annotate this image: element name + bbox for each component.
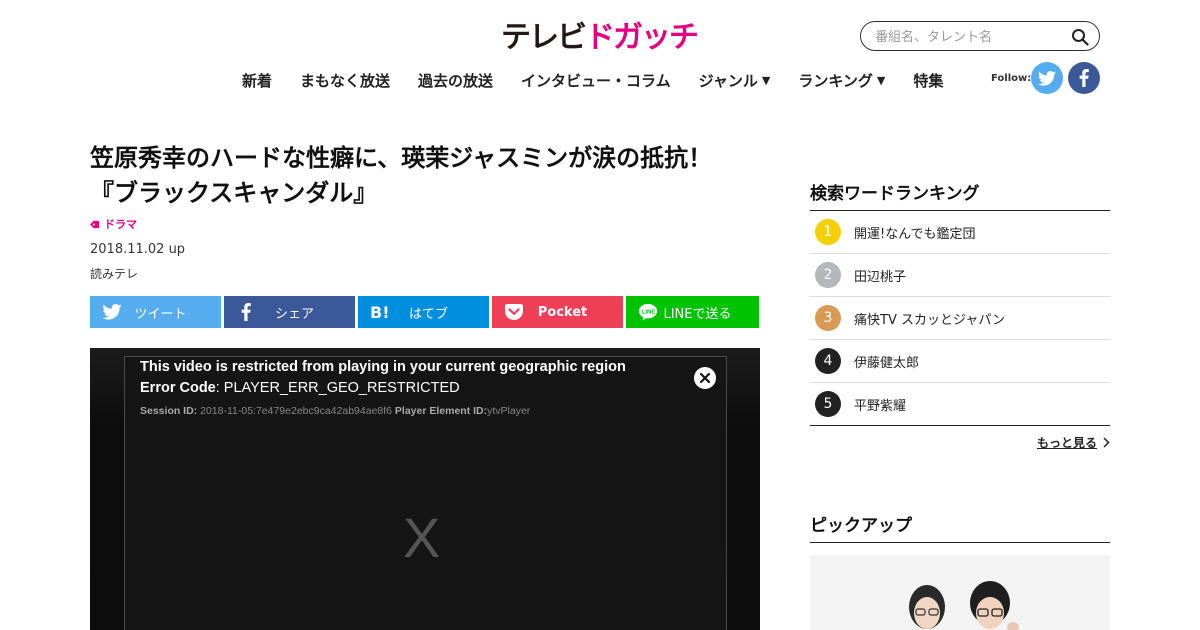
category-link[interactable]: ドラマ [90,216,137,232]
player-element-value: ytvPlayer [487,405,531,417]
rank-badge: 5 [815,391,841,417]
share-bar: ツイート シェア B! はてブ Pocket LINE LINEで送る [90,296,759,328]
nav-item-0[interactable]: 新着 [242,70,272,90]
ranking-label: 田辺桃子 [854,269,907,285]
video-player[interactable]: This video is restricted from playing in… [90,348,760,630]
twitter-follow-button[interactable] [1031,62,1063,94]
ranking-item[interactable]: 2 田辺桃子 [810,254,1110,297]
nav-item-5[interactable]: ランキング ▼ [798,70,885,90]
article-title: 笠原秀幸のハードな性癖に、瑛茉ジャスミンが涙の抵抗！『ブラックスキャンダル』 [90,144,713,207]
ranking-label: 平野紫耀 [854,398,907,414]
hatena-bookmark-button[interactable]: B! はてブ [358,296,489,328]
ranking-label: 伊藤健太郎 [854,355,920,371]
ranking-item[interactable]: 5 平野紫耀 [810,383,1110,426]
session-info: Session ID: 2018-11-05:7e479e2ebc9ca42ab… [140,405,530,417]
facebook-share-button[interactable]: シェア [224,296,355,328]
twitter-icon [102,303,122,321]
close-icon [700,373,710,383]
svg-text:LINE: LINE [642,309,655,315]
more-ranking-link[interactable]: もっと見る [1037,434,1110,451]
error-code-label: Error Code [140,380,216,396]
search-box [860,21,1100,51]
nav-item-4[interactable]: ジャンル ▼ [699,70,771,90]
line-icon: LINE [638,303,658,321]
nav-item-label: 特集 [913,71,944,90]
ranking-item[interactable]: 1 開運!なんでも鑑定団 [810,211,1110,254]
category-label: ドラマ [104,218,137,231]
error-code-line: Error Code: PLAYER_ERR_GEO_RESTRICTED [140,380,460,396]
caret-down-icon: ▼ [761,73,771,87]
site-logo[interactable]: テレビ ドガッチ [501,20,699,55]
session-id-label: Session ID: [140,405,198,417]
pocket-icon [504,303,524,321]
facebook-follow-button[interactable] [1068,62,1100,94]
ranking-item[interactable]: 3 痛快TV スカッとジャパン [810,297,1110,340]
more-label: もっと見る [1037,436,1098,450]
nav-item-1[interactable]: まもなく放送 [300,70,390,90]
error-message: This video is restricted from playing in… [140,359,626,375]
twitter-icon [1038,70,1056,86]
ranking-heading: 検索ワードランキング [810,184,980,204]
logo-text-part2: ドガッチ [585,20,699,55]
ranking-list: 1 開運!なんでも鑑定団 2 田辺桃子 3 痛快TV スカッとジャパン 4 伊藤健太郎 5 平野紫… [810,211,1110,426]
facebook-icon [236,303,256,321]
follow-label: Follow: [991,73,1032,84]
rank-badge: 3 [815,305,841,331]
ranking-label: 開運!なんでも鑑定団 [854,226,976,242]
nav-item-6[interactable]: 特集 [913,70,943,90]
station-name: 読みテレ [90,267,139,281]
video-error-dialog: This video is restricted from playing in… [124,356,727,630]
search-icon[interactable] [1071,28,1089,46]
nav-item-label: 過去の放送 [418,71,494,90]
main-nav: 新着 まもなく放送 過去の放送 インタビュー・コラム ジャンル ▼ ランキング ▼ 特集 [242,70,971,90]
rank-badge: 4 [815,348,841,374]
pickup-thumbnail[interactable] [810,555,1110,630]
publish-date: 2018.11.02 up [90,242,186,257]
svg-text:B!: B! [370,304,390,320]
pocket-button[interactable]: Pocket [492,296,623,328]
pickup-heading: ピックアップ [810,516,912,536]
chevron-right-icon [1103,437,1110,448]
logo-text-part1: テレビ [501,20,587,55]
rank-badge: 2 [815,262,841,288]
pickup-image [810,555,1110,630]
nav-item-label: まもなく放送 [300,71,391,90]
close-error-button[interactable] [694,367,716,389]
pickup-heading-divider [810,542,1110,543]
nav-item-3[interactable]: インタビュー・コラム [521,70,671,90]
search-input[interactable] [875,27,1065,47]
session-id-value: 2018-11-05:7e479e2ebc9ca42ab94ae8f6 [197,405,395,417]
player-element-label: Player Element ID: [394,405,488,417]
error-code-value: : PLAYER_ERR_GEO_RESTRICTED [215,380,460,396]
nav-item-label: ランキング [798,71,873,90]
tweet-button[interactable]: ツイート [90,296,221,328]
video-placeholder-x: X [403,506,441,569]
ranking-item[interactable]: 4 伊藤健太郎 [810,340,1110,383]
line-share-button[interactable]: LINE LINEで送る [626,296,759,328]
ranking-label: 痛快TV スカッとジャパン [854,312,1005,328]
nav-item-label: ジャンル [698,71,758,90]
facebook-icon [1079,69,1089,87]
rank-badge: 1 [815,219,841,245]
nav-item-2[interactable]: 過去の放送 [418,70,493,90]
tag-icon [90,220,99,228]
nav-item-label: 新着 [242,71,273,90]
hatena-icon: B! [370,303,390,321]
nav-item-label: インタビュー・コラム [521,71,671,90]
caret-down-icon: ▼ [876,73,886,87]
